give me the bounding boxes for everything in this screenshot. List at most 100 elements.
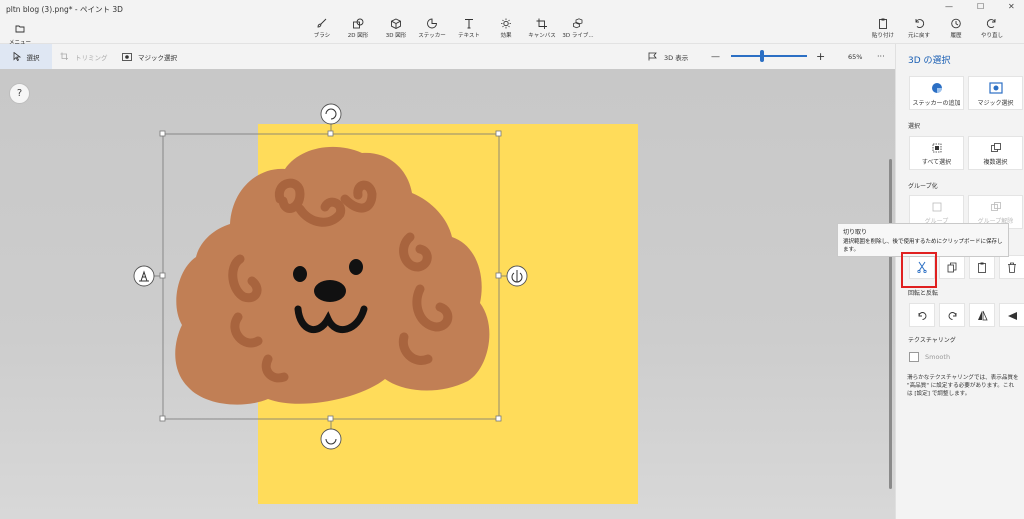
copy-button[interactable] [939,255,965,279]
tool-effects[interactable]: 効果 [487,18,525,42]
view-3d-button[interactable]: 3D 表示 [648,44,688,69]
magic-select-icon [122,52,132,61]
texturing-label: テクスチャリング [908,337,956,344]
shapes-2d-icon [353,18,364,29]
copy-icon [947,262,957,272]
library-icon [573,18,583,29]
select-all-label: すべて選択 [921,159,952,166]
magic-select-tool[interactable]: マジック選択 [122,44,177,69]
trash-icon [1008,262,1016,273]
tool-shapes-3d[interactable]: 3D 図形 [377,18,415,42]
paste-icon [879,18,887,29]
select-all-icon [932,143,941,153]
folder-icon [15,25,25,33]
window-title: pltn blog (3).png* - ペイント 3D [6,5,123,14]
magic-select-button[interactable]: マジック選択 [968,76,1023,110]
minimize-button[interactable]: — [945,2,953,11]
history-button[interactable]: 履歴 [937,18,975,42]
history-icon [951,18,961,29]
rotate-flip-label: 回転と反転 [908,290,939,297]
magic-select-icon [988,82,1003,94]
tool-label: ステッカー [418,33,446,39]
paste-icon [978,262,986,273]
undo-button[interactable]: 元に戻す [900,18,938,42]
cube-icon [391,18,401,29]
zoom-slider-thumb[interactable] [760,50,765,62]
select-tool[interactable]: 選択 [0,44,52,69]
top-toolbar: pltn blog (3).png* - ペイント 3D — ☐ ✕ メニュー … [0,0,1024,46]
brush-icon [317,18,327,28]
smooth-label: Smooth [925,353,951,361]
sticker-icon [931,83,942,93]
add-sticker-label: ステッカーの追加 [912,100,961,107]
rotate-left-button[interactable] [909,303,935,327]
tool-canvas[interactable]: キャンバス [523,18,561,42]
tool-text[interactable]: テキスト [450,18,488,42]
close-button[interactable]: ✕ [1008,2,1015,11]
rotate-left-handle[interactable] [133,265,155,287]
rotate-right-icon [948,311,956,320]
multi-select-icon [990,143,1001,152]
crop-icon [60,52,68,60]
delete-button[interactable] [999,255,1024,279]
cut-button-highlight [901,252,937,288]
zoom-in-button[interactable]: + [816,44,825,69]
tool-shapes-2d[interactable]: 2D 図形 [339,18,377,42]
flip-vertical-icon [1007,311,1017,320]
tool-label: 履歴 [950,33,962,39]
paste-button-panel[interactable] [969,255,995,279]
group-section-label: グループ化 [908,183,938,190]
smooth-checkbox[interactable] [909,352,919,362]
select-label: 選択 [26,53,40,62]
canvas-area[interactable]: ? [0,69,895,519]
rotate-top-handle[interactable] [320,103,342,125]
sun-icon [501,18,511,29]
view-3d-label: 3D 表示 [664,53,689,62]
tool-stickers[interactable]: ステッカー [413,18,451,42]
crop-icon [536,18,547,29]
select-all-button[interactable]: すべて選択 [909,136,964,170]
flip-horizontal-icon [977,310,988,320]
select-section-label: 選択 [908,123,921,130]
multi-select-label: 複数選択 [983,159,1008,166]
panel-title: 3D の選択 [908,56,951,66]
menu-button[interactable]: メニュー [6,18,34,46]
paste-button[interactable]: 貼り付け [864,18,902,42]
tool-3d-library[interactable]: 3D ライブ... [559,18,597,42]
rotate-bottom-handle[interactable] [320,428,342,450]
sticker-icon [427,18,437,29]
selection-toolbar: 選択 トリミング マジック選択 3D 表示 — + 65% ··· [0,44,895,70]
text-icon [465,19,473,29]
flip-vertical-button[interactable] [999,303,1024,327]
group-icon [932,202,941,212]
zoom-level: 65% [848,52,863,61]
flip-horizontal-button[interactable] [969,303,995,327]
texturing-note: 滑らかなテクスチャリングでは、表示品質を "高品質" に設定する必要があります。… [907,375,1019,397]
ungroup-icon [990,202,1001,211]
tool-label: テキスト [458,33,480,39]
crop-tool[interactable]: トリミング [60,44,108,69]
zoom-out-button[interactable]: — [711,44,720,69]
multi-select-button[interactable]: 複数選択 [968,136,1023,170]
magic-select-label: マジック選択 [977,100,1014,107]
undo-icon [915,19,925,28]
tool-label: 効果 [500,33,512,39]
tool-label: ブラシ [313,33,331,39]
add-sticker-button[interactable]: ステッカーの追加 [909,76,964,110]
tool-label: 3D ライブ... [562,33,594,39]
vertical-scrollbar[interactable] [889,159,892,489]
tool-label: キャンバス [528,33,556,39]
rotate-right-handle[interactable] [506,265,528,287]
tool-label: 元に戻す [907,33,930,39]
maximize-button[interactable]: ☐ [977,2,984,11]
drawing-canvas[interactable] [0,69,895,519]
redo-button[interactable]: やり直し [973,18,1011,42]
rotate-right-button[interactable] [939,303,965,327]
tool-label: 2D 図形 [347,33,369,39]
tooltip-title: 切り取り [843,229,868,236]
zoom-slider[interactable] [731,50,807,62]
more-button[interactable]: ··· [877,44,885,69]
tool-brush[interactable]: ブラシ [303,18,341,42]
rotate-left-icon [918,311,926,320]
crop-label: トリミング [75,53,108,62]
